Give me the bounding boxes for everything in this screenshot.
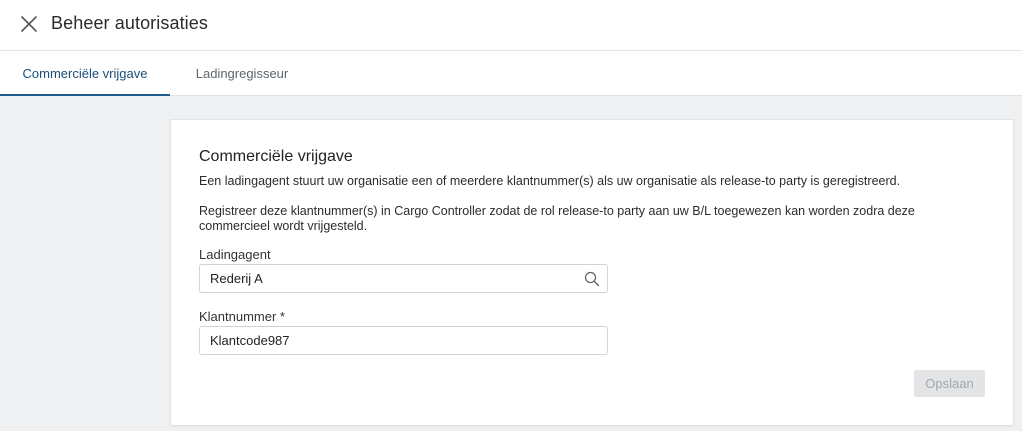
ladingagent-label: Ladingagent <box>199 247 271 262</box>
save-button[interactable]: Opslaan <box>914 370 985 397</box>
commerciele-vrijgave-card: Commerciële vrijgave Een ladingagent stu… <box>170 119 1014 426</box>
tab-bar: Commerciële vrijgave Ladingregisseur <box>0 52 1022 96</box>
app-header: Beheer autorisaties <box>0 0 1022 51</box>
tab-ladingregisseur[interactable]: Ladingregisseur <box>170 52 314 96</box>
card-title: Commerciële vrijgave <box>199 148 353 165</box>
close-icon[interactable] <box>18 13 40 35</box>
page-title: Beheer autorisaties <box>51 13 208 33</box>
klantnummer-input[interactable] <box>200 327 607 354</box>
tab-commerciele-vrijgave[interactable]: Commerciële vrijgave <box>0 52 170 96</box>
description-2-line-2: commercieel wordt vrijgesteld. <box>199 219 368 233</box>
ladingagent-field <box>199 264 608 293</box>
klantnummer-field <box>199 326 608 355</box>
klantnummer-label: Klantnummer * <box>199 309 285 324</box>
description-1: Een ladingagent stuurt uw organisatie ee… <box>199 174 901 188</box>
description-2-line-1: Registreer deze klantnummer(s) in Cargo … <box>199 204 915 218</box>
search-icon[interactable] <box>584 271 600 287</box>
ladingagent-input[interactable] <box>200 265 607 292</box>
